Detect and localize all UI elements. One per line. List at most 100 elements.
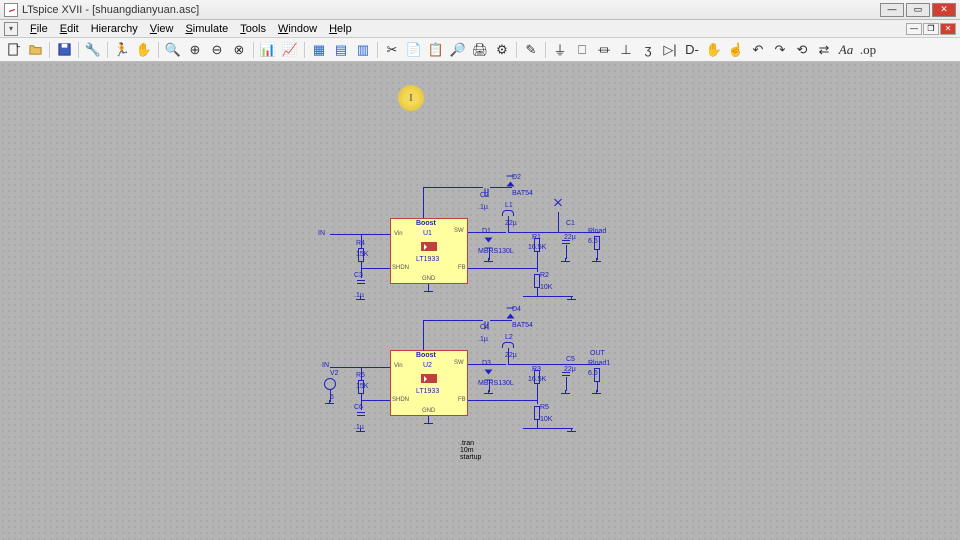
chip-u2-part: LT1933 [416, 388, 439, 395]
chip-u1-title: Boost [416, 220, 436, 227]
label-c6: C6 [354, 404, 363, 411]
pin-gnd: GND [422, 276, 435, 282]
mdi-close-button[interactable]: ✕ [940, 23, 956, 35]
find-button[interactable]: 🔎 [449, 41, 467, 59]
menu-tools[interactable]: Tools [234, 21, 272, 37]
label-rload1-value: 6.6 [588, 370, 598, 377]
draw-wire-button[interactable]: ✎ [522, 41, 540, 59]
wire [330, 234, 390, 235]
label-c2: C2 [480, 192, 489, 199]
rotate-button[interactable]: ⟲ [793, 41, 811, 59]
label-r2-value: 10K [540, 284, 552, 291]
new-schematic-button[interactable] [4, 41, 22, 59]
tile-windows-button[interactable]: ▦ [310, 41, 328, 59]
wire [423, 187, 483, 188]
cascade-windows-button[interactable]: ▤ [332, 41, 350, 59]
lt-logo-icon [421, 374, 437, 383]
minimize-button[interactable]: — [880, 3, 904, 17]
wire [566, 377, 567, 391]
label-rload: Rload [588, 228, 606, 235]
mirror-button[interactable]: ⇄ [815, 41, 833, 59]
print-button[interactable]: 🖨 [471, 41, 489, 59]
voltage-source-v2[interactable] [324, 378, 336, 390]
pin-gnd: GND [422, 408, 435, 414]
menu-simulate[interactable]: Simulate [179, 21, 234, 37]
save-button[interactable] [55, 41, 73, 59]
drag-button[interactable]: ☝ [727, 41, 745, 59]
capacitor-button[interactable]: ⊥ [617, 41, 635, 59]
label-c2-value: .1µ [478, 204, 488, 211]
wire [537, 384, 538, 404]
cursor-highlight [398, 85, 424, 111]
print-setup-button[interactable]: ⚙ [493, 41, 511, 59]
zoom-in-button[interactable]: 🔍 [164, 41, 182, 59]
wire [423, 320, 424, 350]
resistor-button[interactable]: ⏛ [595, 41, 613, 59]
close-all-button[interactable]: ▥ [354, 41, 372, 59]
open-button[interactable] [26, 41, 44, 59]
run-button[interactable]: 🏃 [113, 41, 131, 59]
wire [423, 187, 424, 218]
wire [361, 268, 390, 269]
zoom-fit-button[interactable]: ⊗ [230, 41, 248, 59]
mdi-minimize-button[interactable]: — [906, 23, 922, 35]
label-bat54-b: BAT54 [512, 322, 533, 329]
label-net-button[interactable]: ⎕ [573, 41, 591, 59]
undo-button[interactable]: ↶ [749, 41, 767, 59]
label-l1-value: 22µ [505, 220, 517, 227]
text-button[interactable]: Aa [837, 41, 855, 59]
component-button[interactable]: D- [683, 41, 701, 59]
label-r2: R2 [540, 272, 549, 279]
menu-edit[interactable]: Edit [54, 21, 85, 37]
capacitor-c6[interactable] [357, 412, 365, 417]
copy-button[interactable]: 📄 [405, 41, 423, 59]
label-bat54-a: BAT54 [512, 190, 533, 197]
halt-button[interactable]: ✋ [135, 41, 153, 59]
autorange-button[interactable]: 📊 [259, 41, 277, 59]
menu-window[interactable]: Window [272, 21, 323, 37]
diode-d2[interactable] [507, 182, 515, 187]
paste-button[interactable]: 📋 [427, 41, 445, 59]
label-d1: D1 [482, 228, 491, 235]
diode-d4[interactable] [507, 314, 515, 319]
pick-visible-traces-button[interactable]: 📈 [281, 41, 299, 59]
maximize-button[interactable]: ▭ [906, 3, 930, 17]
system-menu-icon[interactable]: ▾ [4, 22, 18, 36]
label-l1: L1 [505, 202, 513, 209]
close-button[interactable]: ✕ [932, 3, 956, 17]
wire [537, 420, 538, 428]
menu-hierarchy[interactable]: Hierarchy [85, 21, 144, 37]
redo-button[interactable]: ↷ [771, 41, 789, 59]
pan-button[interactable]: ⊕ [186, 41, 204, 59]
label-l2-value: 22µ [505, 352, 517, 359]
window-title: LTspice XVII - [shuangdianyuan.asc] [22, 4, 199, 16]
spice-directive-text[interactable]: .tran 10m startup [460, 440, 481, 461]
wire [508, 364, 600, 365]
wire [508, 348, 509, 364]
wire [566, 245, 567, 259]
capacitor-c3[interactable] [357, 280, 365, 285]
control-panel-button[interactable]: 🔧 [84, 41, 102, 59]
menu-file[interactable]: File [24, 21, 54, 37]
diode-d1[interactable] [485, 238, 493, 243]
zoom-out-button[interactable]: ⊖ [208, 41, 226, 59]
inductor-button[interactable]: ʒ [639, 41, 657, 59]
label-c4-value: .1µ [478, 336, 488, 343]
wire [490, 187, 512, 188]
diode-d3[interactable] [485, 370, 493, 375]
wire [428, 284, 429, 289]
menu-help[interactable]: Help [323, 21, 358, 37]
move-button[interactable]: ✋ [705, 41, 723, 59]
schematic-canvas[interactable]: IN R4 15K C3 .1µ Boost U1 LT1933 Vin SW … [0, 62, 960, 540]
wire [468, 400, 538, 401]
mdi-restore-button[interactable]: ❐ [923, 23, 939, 35]
label-r5-value: 10K [540, 416, 552, 423]
ground-button[interactable]: ⏚ [551, 41, 569, 59]
diode-button[interactable]: ▷| [661, 41, 679, 59]
label-c3: C3 [354, 272, 363, 279]
menu-view[interactable]: View [144, 21, 180, 37]
pin-shdn: SHDN [392, 397, 409, 403]
spice-directive-button[interactable]: .op [859, 41, 877, 59]
cut-button[interactable]: ✂ [383, 41, 401, 59]
wire [361, 400, 390, 401]
